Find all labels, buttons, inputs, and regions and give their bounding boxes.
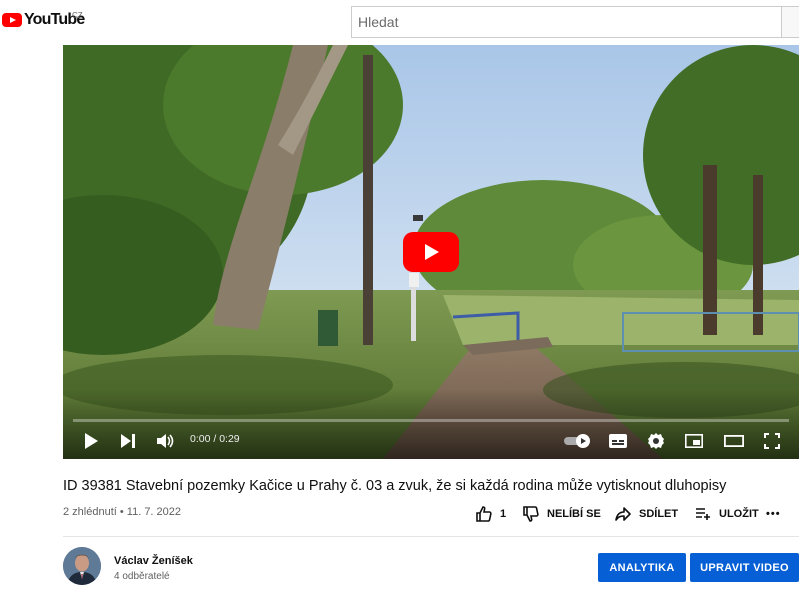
dislike-label: NELÍBÍ SE: [547, 508, 601, 520]
youtube-play-logo-icon: [2, 13, 22, 27]
next-button[interactable]: [117, 429, 139, 453]
autoplay-toggle[interactable]: [563, 429, 593, 453]
save-label: ULOŽIT: [719, 508, 759, 520]
next-icon: [121, 434, 135, 448]
miniplayer-icon: [685, 434, 703, 448]
play-button[interactable]: [81, 429, 101, 453]
video-player[interactable]: 0:00 / 0:29: [63, 45, 799, 459]
search-box[interactable]: [351, 6, 781, 38]
settings-icon: [648, 433, 664, 449]
theater-icon: [724, 435, 744, 447]
dislike-button[interactable]: NELÍBÍ SE: [523, 504, 601, 524]
search-button[interactable]: [781, 6, 799, 38]
autoplay-toggle-icon: [564, 434, 590, 448]
share-icon: [615, 507, 631, 521]
share-label: SDÍLET: [639, 508, 679, 520]
time-display: 0:00 / 0:29: [190, 433, 240, 445]
avatar[interactable]: [63, 547, 101, 585]
share-button[interactable]: SDÍLET: [615, 504, 678, 524]
search-input[interactable]: [352, 7, 781, 37]
analytics-button[interactable]: ANALYTIKA: [598, 553, 686, 582]
divider: [63, 536, 799, 537]
top-bar: YouTube CZ: [0, 0, 799, 44]
volume-icon: [157, 434, 174, 448]
thumbs-up-icon: [476, 506, 492, 522]
avatar-image: [63, 547, 101, 585]
volume-button[interactable]: [155, 429, 177, 453]
subscriber-count: 4 odběratelé: [114, 571, 170, 582]
country-code: CZ: [72, 11, 83, 20]
miniplayer-button[interactable]: [683, 429, 705, 453]
video-meta: 2 zhlédnutí • 11. 7. 2022: [63, 506, 182, 518]
like-count: 1: [500, 508, 507, 520]
more-actions-button[interactable]: •••: [766, 504, 781, 524]
thumbs-down-icon: [523, 506, 539, 522]
play-icon: [85, 433, 98, 449]
fullscreen-button[interactable]: [761, 429, 783, 453]
settings-button[interactable]: [645, 429, 667, 453]
like-button[interactable]: 1: [476, 504, 506, 524]
big-play-button[interactable]: [403, 232, 459, 272]
save-button[interactable]: ULOŽIT: [695, 504, 759, 524]
more-icon: •••: [766, 508, 781, 520]
edit-video-button[interactable]: UPRAVIT VIDEO: [690, 553, 799, 582]
fullscreen-icon: [764, 433, 780, 449]
add-to-playlist-icon: [696, 508, 710, 520]
theater-mode-button[interactable]: [723, 429, 745, 453]
subtitles-button[interactable]: [607, 429, 629, 453]
video-title: ID 39381 Stavební pozemky Kačice u Prahy…: [63, 478, 727, 494]
subtitles-icon: [609, 434, 627, 448]
progress-bar[interactable]: [73, 419, 789, 422]
channel-name[interactable]: Václav Ženíšek: [114, 555, 193, 567]
